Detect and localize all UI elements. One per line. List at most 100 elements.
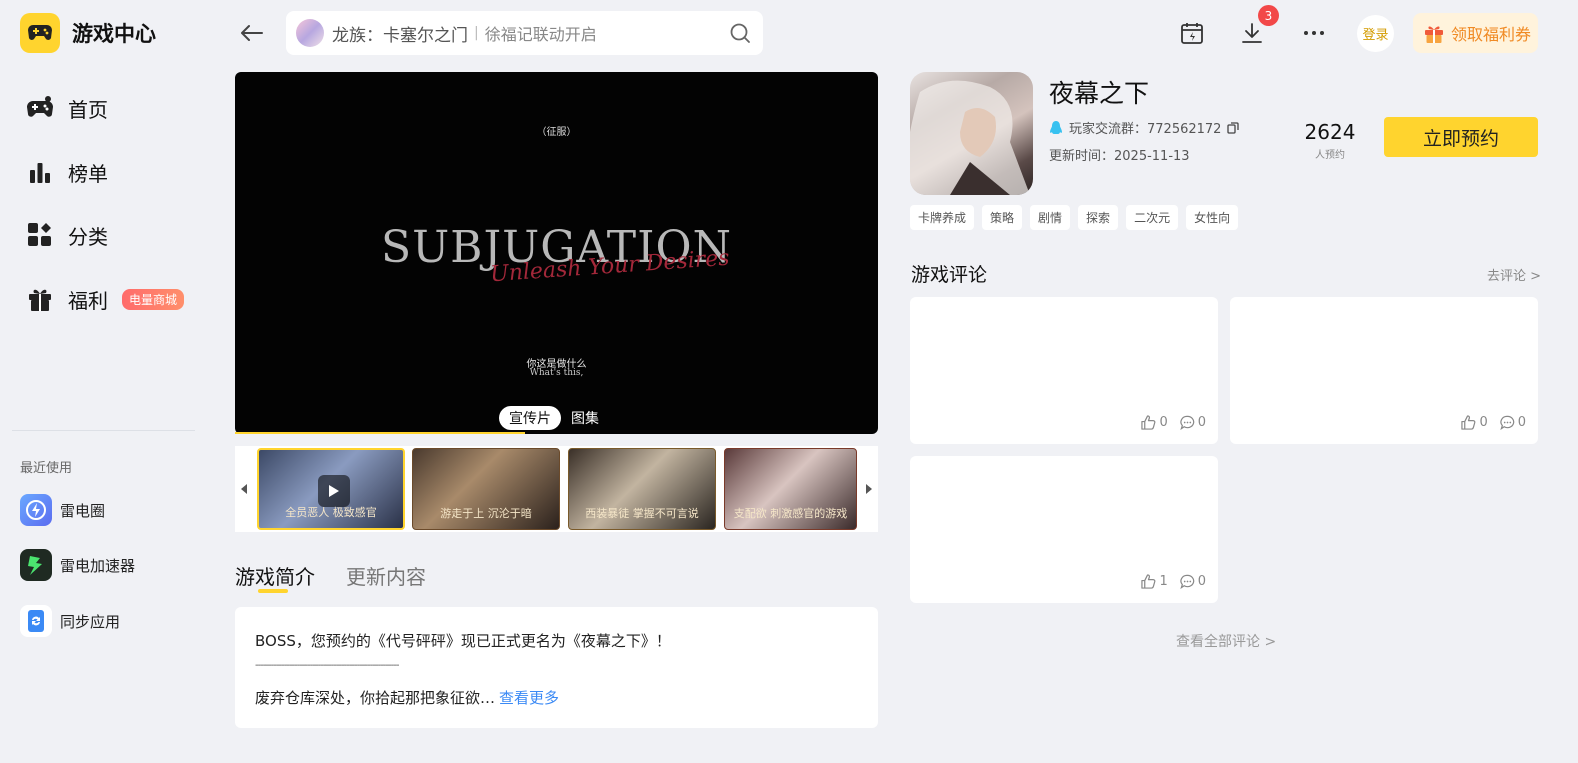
tab-update[interactable]: 更新内容 [346, 561, 426, 590]
welfare-coupon-label: 领取福利券 [1451, 25, 1532, 44]
reply-button[interactable]: 0 [1180, 574, 1206, 589]
thumb-next-button[interactable] [863, 479, 875, 499]
login-button[interactable]: 登录 [1357, 15, 1394, 52]
comment-card[interactable]: 0 0 [910, 297, 1218, 444]
welfare-coupon-button[interactable]: 领取福利券 [1413, 13, 1538, 53]
view-all-comments-link[interactable]: 查看全部评论 > [1176, 631, 1276, 651]
comment-stats: 0 0 [1129, 415, 1206, 430]
comment-card[interactable]: 0 0 [1230, 297, 1538, 444]
recent-item-accelerator[interactable]: 雷电加速器 [20, 549, 135, 581]
brand[interactable]: 游戏中心 [20, 13, 156, 53]
intro-card: BOSS，您预约的《代号砰砰》现已正式更名为《夜幕之下》！ ----------… [235, 607, 878, 728]
like-button[interactable]: 0 [1461, 415, 1488, 430]
search-icon[interactable] [729, 22, 751, 48]
game-tag[interactable]: 二次元 [1126, 205, 1179, 230]
game-cover-image [910, 72, 1033, 195]
reserve-count: 2624 [1304, 120, 1356, 144]
nav-item-home[interactable]: 首页 [26, 88, 108, 128]
search-suggestion-main: 龙族：卡塞尔之门 [332, 25, 468, 46]
qq-group-text: 玩家交流群：772562172 [1069, 122, 1222, 137]
like-count: 1 [1159, 574, 1168, 589]
like-count: 0 [1159, 415, 1168, 430]
reserve-count-label: 人预约 [1315, 150, 1345, 161]
triangle-left-icon [241, 484, 247, 494]
comment-bubble-icon [1180, 574, 1195, 589]
thumbnail-2[interactable]: 游走于上 沉沦于暗 [412, 448, 560, 530]
nav-label: 榜单 [68, 161, 108, 186]
triangle-right-icon [866, 484, 872, 494]
game-tag[interactable]: 策略 [982, 205, 1023, 230]
media-tab-gallery[interactable]: 图集 [561, 406, 609, 430]
thumbs-up-icon [1141, 415, 1156, 430]
video-player[interactable]: （征服） SUBJUGATION Unleash Your Desires 你这… [235, 72, 878, 434]
game-tag[interactable]: 卡牌养成 [910, 205, 975, 230]
like-button[interactable]: 0 [1141, 415, 1168, 430]
more-dots-icon [1304, 31, 1324, 35]
intro-text: 废弃仓库深处，你拾起那把象征欲… [255, 689, 496, 707]
thumbs-up-icon [1141, 574, 1156, 589]
like-button[interactable]: 1 [1141, 574, 1168, 589]
more-button[interactable] [1299, 18, 1329, 48]
download-count-badge: 3 [1258, 5, 1279, 26]
video-progress-bar[interactable] [235, 432, 525, 434]
reply-button[interactable]: 0 [1500, 415, 1526, 430]
back-button[interactable] [238, 19, 266, 47]
comment-card[interactable]: 1 0 [910, 456, 1218, 603]
thumbnail-caption: 支配欲 刺激感官的游戏 [733, 507, 848, 520]
nav-item-ranking[interactable]: 榜单 [26, 152, 108, 192]
copy-icon[interactable] [1227, 121, 1240, 134]
nav-item-welfare[interactable]: 福利 电量商城 [26, 279, 185, 319]
comment-bubble-icon [1500, 415, 1515, 430]
view-more-link[interactable]: 查看更多 [499, 689, 559, 707]
calendar-button[interactable] [1177, 18, 1207, 48]
recent-item-sync-app[interactable]: 同步应用 [20, 605, 120, 637]
recent-item-leidian-circle[interactable]: 雷电圈 [20, 494, 105, 526]
search-bar[interactable]: 龙族：卡塞尔之门 | 徐福记联动开启 [286, 11, 763, 55]
reserve-button[interactable]: 立即预约 [1384, 117, 1538, 157]
comment-stats: 1 0 [1129, 574, 1206, 589]
qq-group-line: 玩家交流群：772562172 [1049, 118, 1240, 137]
calendar-lightning-icon [1181, 23, 1203, 44]
search-suggestion-sub: 徐福记联动开启 [484, 25, 597, 44]
thumb-prev-button[interactable] [238, 479, 250, 499]
reply-button[interactable]: 0 [1180, 415, 1206, 430]
reply-count: 0 [1197, 574, 1206, 589]
play-icon [318, 475, 350, 507]
reply-count: 0 [1197, 415, 1206, 430]
recent-label: 雷电圈 [60, 501, 106, 520]
shop-badge[interactable]: 电量商城 [122, 288, 185, 310]
thumbnail-1[interactable]: 全员恶人 极致感官 [257, 448, 405, 530]
comment-stats: 0 0 [1449, 415, 1526, 430]
tab-intro[interactable]: 游戏简介 [235, 561, 315, 590]
recent-label: 同步应用 [60, 612, 121, 631]
sidebar-divider [12, 430, 195, 431]
video-subtitle-en: What's this, [529, 368, 584, 378]
tab-active-indicator [258, 589, 288, 593]
gift-coupon-icon [1425, 26, 1443, 43]
nav-label: 首页 [68, 97, 108, 122]
game-tag[interactable]: 剧情 [1030, 205, 1071, 230]
sidebar: 游戏中心 首页 榜单 分类 福利 电量商城 最近使用 雷电圈 雷电加速器 同步应… [0, 0, 205, 763]
thumbnail-3[interactable]: 西装暴徒 掌握不可言说 [568, 448, 716, 530]
thumbs-up-icon [1461, 415, 1476, 430]
go-comment-link[interactable]: 去评论 > [1487, 265, 1541, 284]
reply-count: 0 [1517, 415, 1526, 430]
media-tab-trailer[interactable]: 宣传片 [499, 406, 561, 430]
search-game-avatar [296, 19, 324, 47]
thumbnail-4[interactable]: 支配欲 刺激感官的游戏 [724, 448, 857, 530]
update-time: 更新时间：2025-11-13 [1049, 149, 1190, 164]
game-tag[interactable]: 探索 [1078, 205, 1119, 230]
chart-icon [26, 158, 54, 186]
gift-icon [26, 285, 54, 313]
game-tag[interactable]: 女性向 [1186, 205, 1239, 230]
sync-app-icon [20, 605, 52, 637]
game-center-logo-icon [20, 13, 60, 53]
video-caption-top: （征服） [536, 127, 577, 138]
media-tabs: 宣传片 图集 [499, 406, 609, 430]
nav-item-category[interactable]: 分类 [26, 215, 108, 255]
thumbnail-caption: 西装暴徒 掌握不可言说 [585, 507, 699, 520]
nav-label: 分类 [68, 224, 108, 249]
gamepad-icon [26, 94, 54, 122]
comments-title: 游戏评论 [911, 264, 988, 286]
accelerator-icon [20, 549, 52, 581]
